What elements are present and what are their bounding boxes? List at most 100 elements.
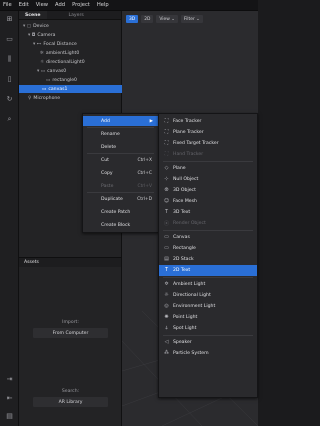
submenu-item-label: Particle System xyxy=(173,350,209,356)
context-item-delete[interactable]: Delete xyxy=(83,142,158,152)
device-icon: ▾ ▢ xyxy=(23,23,32,29)
submenu-item-3d-object[interactable]: ⦾ 3D Object xyxy=(159,185,257,196)
layout-icon[interactable]: ⊞ xyxy=(5,15,14,24)
tree-item-ambient-light[interactable]: ✲ ambientLight0 xyxy=(19,49,122,57)
canvas-icon: ▭ xyxy=(164,234,169,241)
device-frame-icon[interactable]: ▯ xyxy=(5,75,14,84)
submenu-item-label: 3D Text xyxy=(173,209,191,215)
context-item-cut[interactable]: Cut Ctrl+X xyxy=(83,155,158,165)
submenu-item-ambient-light[interactable]: ✲ Ambient Light xyxy=(159,279,257,290)
tree-item-label: directionalLight0 xyxy=(46,59,85,65)
submenu-item-hand-tracker: ⛶ Hand Tracker xyxy=(159,149,257,160)
submenu-item-face-tracker[interactable]: ⛶ Face Tracker xyxy=(159,116,257,127)
submenu-item-label: Fixed Target Tracker xyxy=(173,140,219,146)
submenu-item-label: Plane xyxy=(173,165,186,171)
context-item-label: Create Block xyxy=(101,222,131,228)
view-dropdown[interactable]: View ⌄ xyxy=(156,15,178,23)
context-item-create-patch[interactable]: Create Patch xyxy=(83,207,158,217)
submenu-item-2d-stack[interactable]: ▤ 2D Stack xyxy=(159,254,257,265)
plane-tracker-icon: ⛶ xyxy=(164,129,169,136)
search-icon[interactable]: ⌕ xyxy=(5,115,14,124)
filter-dropdown[interactable]: Filter ⌄ xyxy=(180,15,203,23)
video-icon[interactable]: ▭ xyxy=(5,35,14,44)
submenu-item-environment-light[interactable]: ◎ Environment Light xyxy=(159,301,257,312)
microphone-icon: ♀ xyxy=(28,95,32,101)
tree-item-label: Focal Distance xyxy=(43,41,77,47)
tree-item-microphone[interactable]: ♀ Microphone xyxy=(19,94,122,102)
null-object-icon: ⊹ xyxy=(164,176,169,183)
menu-add[interactable]: Add xyxy=(55,2,65,8)
menu-edit[interactable]: Edit xyxy=(19,2,29,8)
export-icon[interactable]: ⇥ xyxy=(5,375,14,384)
divider xyxy=(87,153,154,154)
point-light-icon: ✺ xyxy=(164,314,169,321)
assets-title: Assets xyxy=(19,258,121,267)
tree-item-canvas1[interactable]: ▭ canvas1 xyxy=(19,85,122,93)
context-item-label: Delete xyxy=(101,144,117,150)
submenu-item-label: Point Light xyxy=(173,314,198,320)
divider xyxy=(163,230,253,231)
viewport-toolbar: 3D 2D View ⌄ Filter ⌄ xyxy=(126,15,203,23)
submenu-item-spot-light[interactable]: ⍋ Spot Light xyxy=(159,323,257,334)
context-item-duplicate[interactable]: Duplicate Ctrl+D xyxy=(83,194,158,204)
context-item-rename[interactable]: Rename xyxy=(83,129,158,139)
3d-object-icon: ⦾ xyxy=(164,187,169,194)
submenu-item-canvas[interactable]: ▭ Canvas xyxy=(159,232,257,243)
split-icon[interactable]: ⫼ xyxy=(5,55,14,64)
document-icon[interactable]: ▤ xyxy=(5,412,14,421)
menu-file[interactable]: File xyxy=(3,2,12,8)
import-from-computer-button[interactable]: From Computer xyxy=(33,328,108,338)
menu-project[interactable]: Project xyxy=(72,2,90,8)
focal-distance-icon: ▾ ⊷ xyxy=(33,41,42,47)
tree-item-canvas0[interactable]: ▾ ▭ canvas0 xyxy=(19,67,122,75)
context-item-add[interactable]: Add ▶ xyxy=(83,116,158,126)
submenu-item-plane-tracker[interactable]: ⛶ Plane Tracker xyxy=(159,127,257,138)
view-2d-button[interactable]: 2D xyxy=(141,15,154,23)
face-tracker-icon: ⛶ xyxy=(164,118,169,125)
submenu-item-particle-system[interactable]: ⁂ Particle System xyxy=(159,348,257,359)
directional-light-icon: ☼ xyxy=(40,59,45,65)
submenu-item-label: Render Object xyxy=(173,220,206,226)
submenu-item-2d-text[interactable]: T 2D Text xyxy=(159,265,257,276)
submenu-item-speaker[interactable]: ◁ Speaker xyxy=(159,337,257,348)
refresh-icon[interactable]: ↻ xyxy=(5,95,14,104)
shortcut-label: Ctrl+C xyxy=(137,170,152,176)
submenu-item-label: Rectangle xyxy=(173,245,196,251)
submenu-item-directional-light[interactable]: ☼ Directional Light xyxy=(159,290,257,301)
submenu-item-point-light[interactable]: ✺ Point Light xyxy=(159,312,257,323)
tree-item-label: Microphone xyxy=(33,95,61,101)
menu-view[interactable]: View xyxy=(36,2,48,8)
context-item-paste: Paste Ctrl+V xyxy=(83,181,158,191)
face-mesh-icon: ☺ xyxy=(163,198,170,205)
submenu-item-null-object[interactable]: ⊹ Null Object xyxy=(159,174,257,185)
submenu-item-face-mesh[interactable]: ☺ Face Mesh xyxy=(159,196,257,207)
tab-layers[interactable]: Layers xyxy=(63,11,90,19)
shortcut-label: Ctrl+D xyxy=(137,196,152,202)
submenu-item-3d-text[interactable]: T 3D Text xyxy=(159,207,257,218)
submenu-item-label: Face Mesh xyxy=(173,198,197,204)
tab-scene[interactable]: Scene xyxy=(19,11,47,19)
rectangle-icon: ▭ xyxy=(164,245,169,252)
divider xyxy=(163,335,253,336)
tree-item-rectangle0[interactable]: ▭ rectangle0 xyxy=(19,76,122,84)
context-item-label: Rename xyxy=(101,131,120,137)
tree-item-device[interactable]: ▾ ▢ Device xyxy=(19,22,122,30)
environment-light-icon: ◎ xyxy=(164,303,169,310)
assets-panel: Assets Import: From Computer Search: AR … xyxy=(19,257,122,426)
menu-help[interactable]: Help xyxy=(97,2,109,8)
signin-icon[interactable]: ⇤ xyxy=(5,394,14,403)
context-item-copy[interactable]: Copy Ctrl+C xyxy=(83,168,158,178)
ar-library-button[interactable]: AR Library xyxy=(33,397,108,407)
submenu-item-fixed-target-tracker[interactable]: ⛶ Fixed Target Tracker xyxy=(159,138,257,149)
tree-item-directional-light[interactable]: ☼ directionalLight0 xyxy=(19,58,122,66)
tree-item-camera[interactable]: ▾ ◘ Camera xyxy=(19,31,122,39)
context-item-create-block[interactable]: Create Block xyxy=(83,220,158,230)
render-object-icon: ⦿ xyxy=(163,220,169,227)
submenu-item-rectangle[interactable]: ▭ Rectangle xyxy=(159,243,257,254)
view-3d-button[interactable]: 3D xyxy=(126,15,139,23)
tree-item-focal-distance[interactable]: ▾ ⊷ Focal Distance xyxy=(19,40,122,48)
context-menu: Add ▶ Rename Delete Cut Ctrl+X Copy Ctrl… xyxy=(82,113,159,233)
submenu-item-plane[interactable]: ◇ Plane xyxy=(159,163,257,174)
submenu-item-label: Speaker xyxy=(173,339,192,345)
submenu-item-label: Hand Tracker xyxy=(173,151,204,157)
